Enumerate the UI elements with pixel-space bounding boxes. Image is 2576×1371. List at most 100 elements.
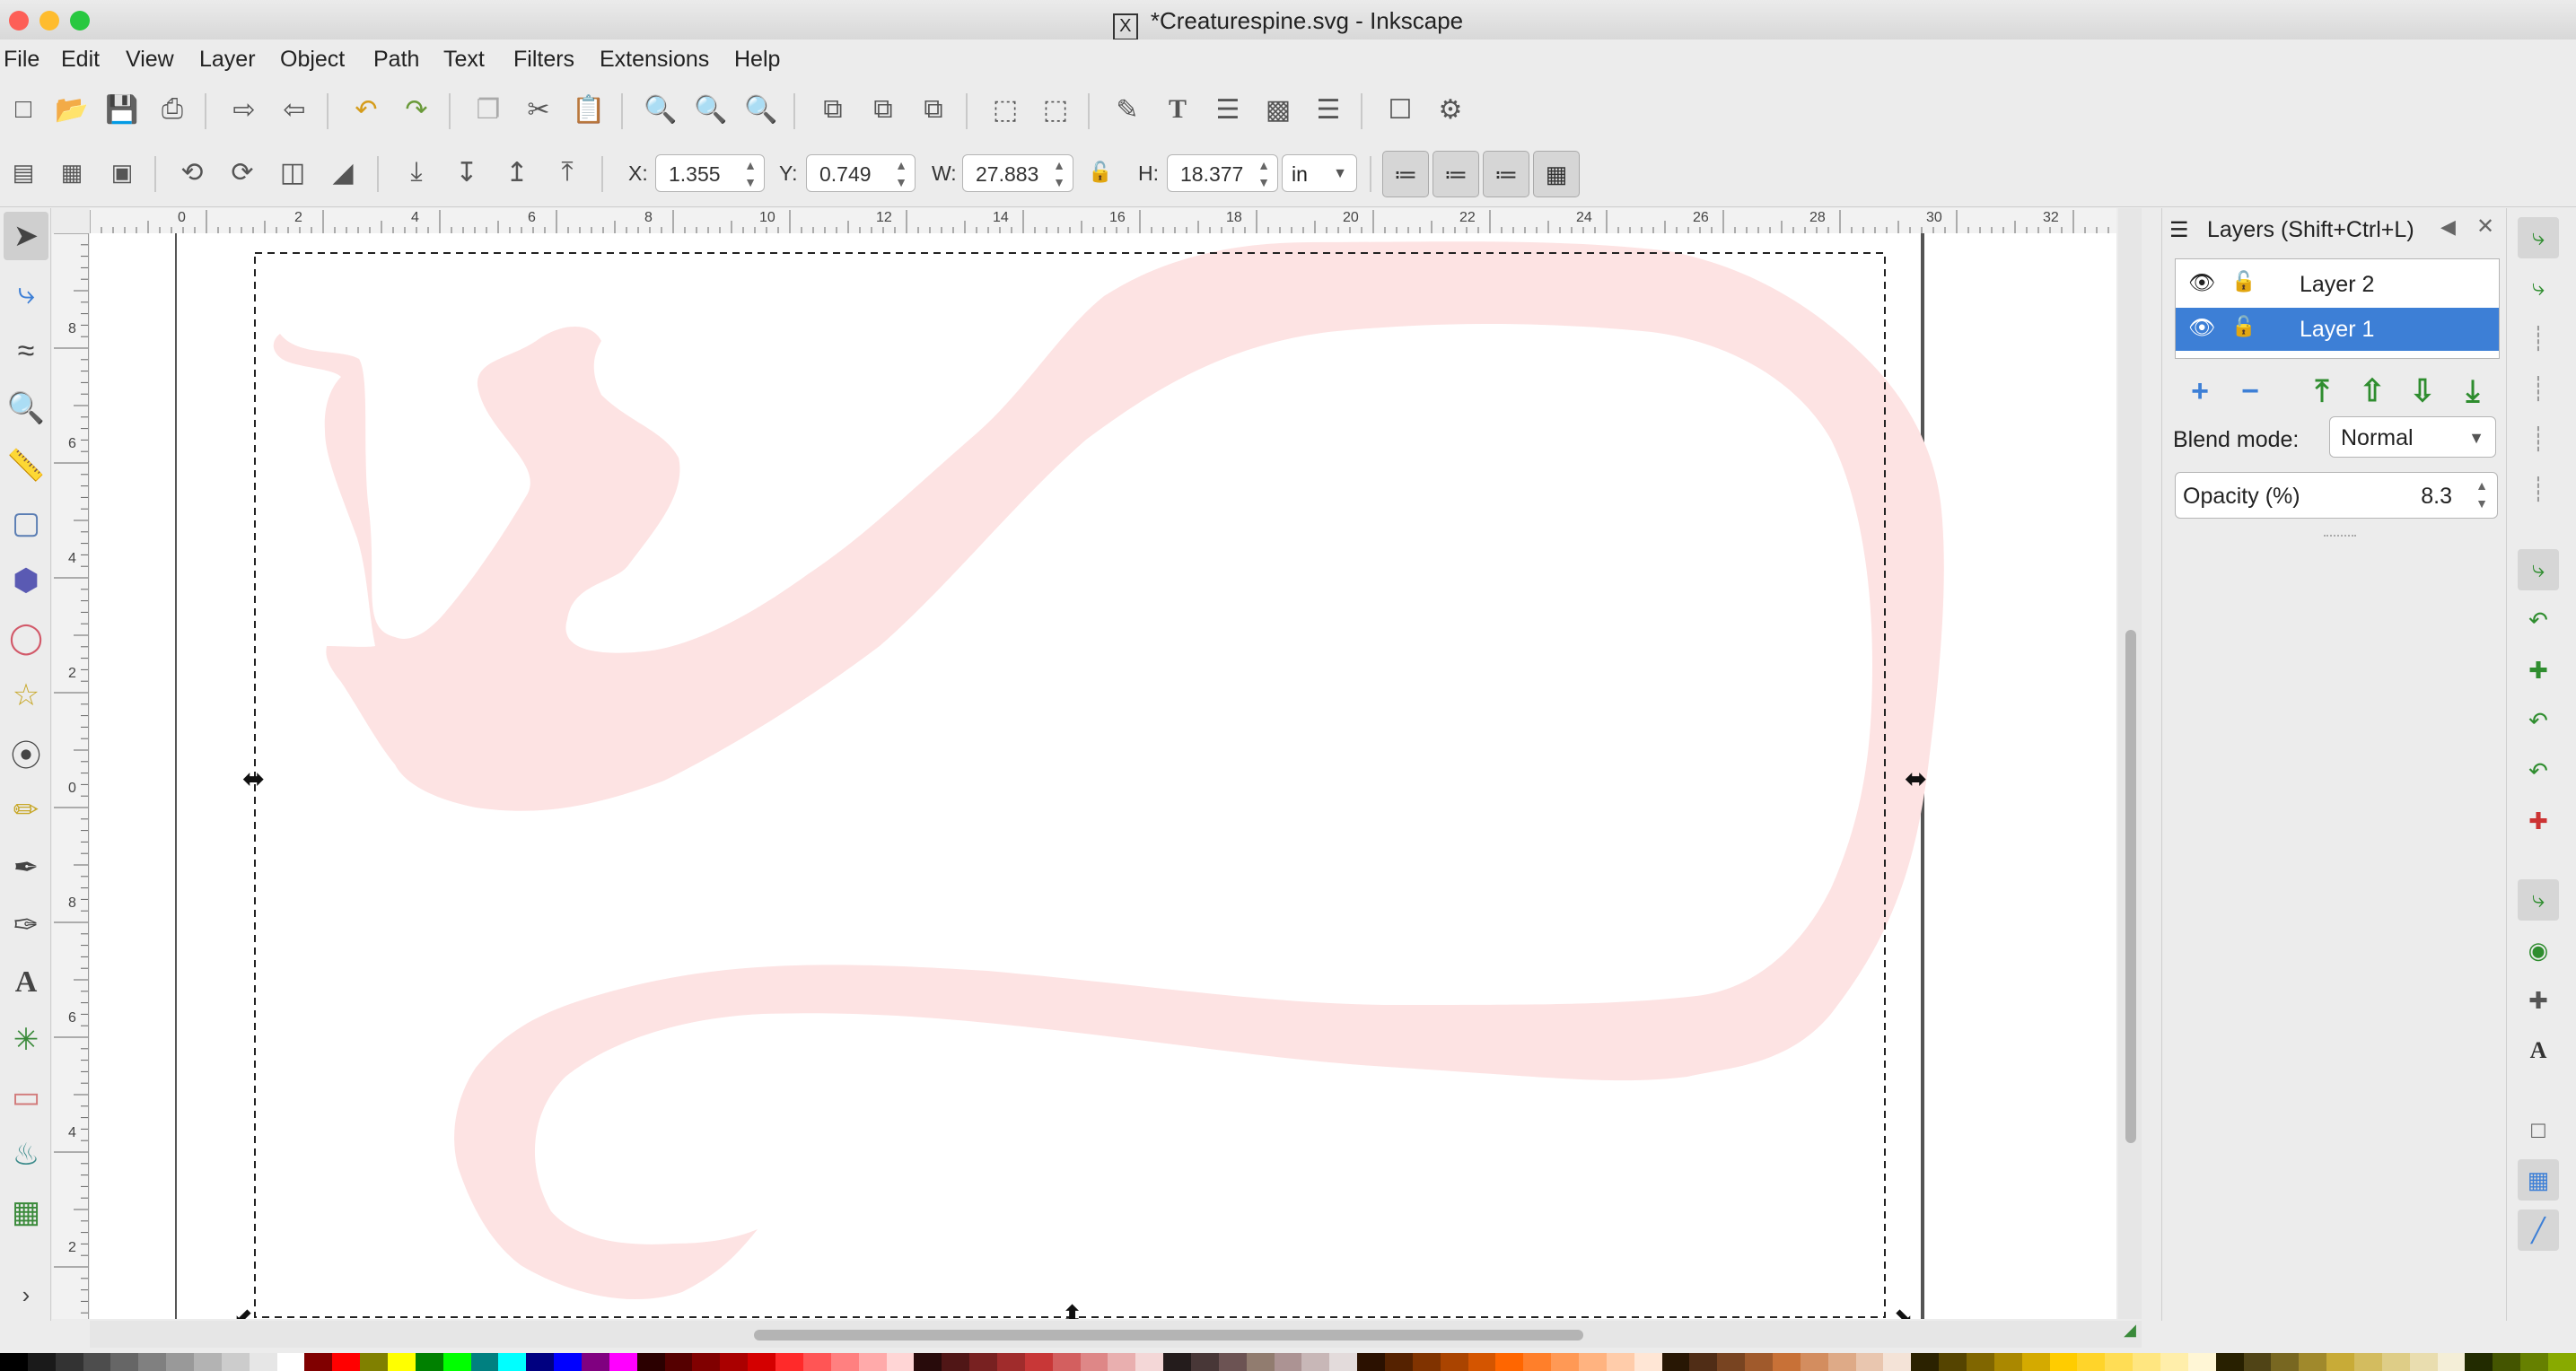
text-font-icon[interactable]: T	[1160, 92, 1196, 127]
color-swatch[interactable]	[388, 1353, 416, 1371]
lower-icon[interactable]: ↧	[449, 154, 485, 190]
toolbox-expand-chevron-icon[interactable]: ›	[4, 1271, 48, 1319]
deselect-icon[interactable]: ▣	[104, 154, 140, 190]
layers-icon[interactable]: ☰	[1210, 92, 1246, 127]
remove-layer-icon[interactable]: −	[2230, 371, 2270, 411]
color-swatch[interactable]	[1468, 1353, 1496, 1371]
color-swatch[interactable]	[2160, 1353, 2188, 1371]
color-swatch[interactable]	[2243, 1353, 2272, 1371]
print-icon[interactable]: ⎙	[154, 92, 190, 127]
color-swatch[interactable]	[1274, 1353, 1302, 1371]
snap-enable-icon[interactable]: ⤷	[2518, 217, 2559, 258]
color-swatch[interactable]	[1024, 1353, 1053, 1371]
snap-bbox-center-icon[interactable]: ┊	[2518, 468, 2559, 510]
scale-handle-right-icon[interactable]: ⬌	[1905, 764, 1927, 794]
color-swatch[interactable]	[138, 1353, 167, 1371]
snap-bbox-midpoint-icon[interactable]: ┊	[2518, 418, 2559, 459]
color-swatch[interactable]	[1800, 1353, 1828, 1371]
color-swatch[interactable]	[0, 1353, 28, 1371]
color-swatch[interactable]	[1855, 1353, 1884, 1371]
color-swatch[interactable]	[1329, 1353, 1358, 1371]
spin-arrows-icon[interactable]: ▲ ▼	[744, 157, 757, 191]
color-swatch[interactable]	[1135, 1353, 1164, 1371]
color-swatch[interactable]	[2021, 1353, 2050, 1371]
xml-editor-icon[interactable]: ▩	[1260, 92, 1296, 127]
calligraphy-tool-icon[interactable]: ✑	[4, 901, 48, 949]
color-swatch[interactable]	[1967, 1353, 1994, 1371]
visibility-eye-icon[interactable]: 👁	[2188, 315, 2215, 341]
color-swatch[interactable]	[582, 1353, 609, 1371]
menu-help[interactable]: Help	[734, 47, 780, 73]
snap-bbox-icon[interactable]: ⤷	[2518, 267, 2559, 309]
clone-icon[interactable]: ⧉	[865, 92, 901, 127]
color-swatch[interactable]	[1357, 1353, 1385, 1371]
color-swatch[interactable]	[914, 1353, 942, 1371]
color-swatch[interactable]	[1717, 1353, 1746, 1371]
color-swatch[interactable]	[2354, 1353, 2382, 1371]
spin-arrows-icon[interactable]: ▲ ▼	[895, 157, 907, 191]
drawing-canvas[interactable]: ⬌ ⬌ ⬍ ⬋ ⬊	[90, 233, 2116, 1319]
x-field[interactable]: 1.355 ▲ ▼	[655, 154, 765, 192]
ungroup-icon[interactable]: ⬚	[1038, 92, 1073, 127]
zoom-selection-icon[interactable]: 🔍	[643, 92, 679, 127]
y-field[interactable]: 0.749 ▲ ▼	[806, 154, 916, 192]
group-icon[interactable]: ⬚	[987, 92, 1023, 127]
gradient-tool-icon[interactable]: ▦	[4, 1188, 48, 1236]
spray-tool-icon[interactable]: ✳	[4, 1016, 48, 1064]
node-tool-icon[interactable]: ⤷	[4, 269, 48, 318]
color-swatch[interactable]	[1689, 1353, 1718, 1371]
color-swatch[interactable]	[415, 1353, 443, 1371]
select-all-layers-icon[interactable]: ▦	[54, 154, 90, 190]
menu-edit[interactable]: Edit	[61, 47, 100, 73]
color-swatch[interactable]	[1412, 1353, 1441, 1371]
snap-page-border-icon[interactable]: □	[2518, 1109, 2559, 1150]
pen-tool-icon[interactable]: ✒	[4, 843, 48, 892]
blend-mode-select[interactable]: Normal ▼	[2329, 416, 2496, 458]
color-swatch[interactable]	[304, 1353, 333, 1371]
color-swatch[interactable]	[1163, 1353, 1191, 1371]
rectangle-tool-icon[interactable]: ▢	[4, 499, 48, 547]
snap-to-paths-icon[interactable]: ↶	[2518, 599, 2559, 641]
color-swatch[interactable]	[886, 1353, 915, 1371]
snap-bbox-edge-icon[interactable]: ┊	[2518, 318, 2559, 359]
color-swatch[interactable]	[1661, 1353, 1690, 1371]
color-swatch[interactable]	[1384, 1353, 1413, 1371]
color-swatch[interactable]	[1939, 1353, 1967, 1371]
color-swatch[interactable]	[2493, 1353, 2521, 1371]
horizontal-scrollbar[interactable]: ◢	[90, 1321, 2142, 1348]
ellipse-tool-icon[interactable]: ◯	[4, 614, 48, 662]
color-swatch[interactable]	[1578, 1353, 1607, 1371]
color-swatch[interactable]	[1523, 1353, 1552, 1371]
color-swatch[interactable]	[1993, 1353, 2022, 1371]
snap-text-baseline-icon[interactable]: A	[2518, 1030, 2559, 1071]
spin-arrows-icon[interactable]: ▲ ▼	[1053, 157, 1065, 191]
scale-handle-bottom-left-icon[interactable]: ⬋	[233, 1303, 253, 1319]
rotate-cw-icon[interactable]: ⟳	[224, 154, 260, 190]
export-icon[interactable]: ⇦	[276, 92, 312, 127]
color-swatch[interactable]	[636, 1353, 665, 1371]
color-swatch[interactable]	[802, 1353, 831, 1371]
snap-nodes-icon[interactable]: ⤷	[2518, 549, 2559, 590]
color-swatch[interactable]	[1190, 1353, 1219, 1371]
lock-open-icon[interactable]: 🔓	[2231, 270, 2256, 293]
snap-rotation-centers-icon[interactable]: ✚	[2518, 980, 2559, 1021]
color-swatch[interactable]	[1745, 1353, 1773, 1371]
color-swatch[interactable]	[692, 1353, 721, 1371]
spin-arrows-icon[interactable]: ▲ ▼	[1257, 157, 1270, 191]
color-swatch[interactable]	[2187, 1353, 2216, 1371]
color-swatch[interactable]	[55, 1353, 83, 1371]
pencil-tool-icon[interactable]: ✏	[4, 786, 48, 834]
color-swatch[interactable]	[1218, 1353, 1247, 1371]
unlink-clone-icon[interactable]: ⧉	[916, 92, 951, 127]
color-swatch[interactable]	[2299, 1353, 2327, 1371]
color-swatch[interactable]	[1883, 1353, 1912, 1371]
scale-stroke-toggle[interactable]: ≔	[1382, 151, 1429, 197]
color-swatch[interactable]	[1911, 1353, 1940, 1371]
raise-icon[interactable]: ↥	[499, 154, 535, 190]
color-swatch[interactable]	[2133, 1353, 2161, 1371]
star-tool-icon[interactable]: ☆	[4, 671, 48, 720]
color-swatch[interactable]	[609, 1353, 637, 1371]
color-swatch[interactable]	[2326, 1353, 2355, 1371]
align-distribute-icon[interactable]: ☰	[1310, 92, 1346, 127]
panel-iconify-icon[interactable]: ◀	[2440, 215, 2456, 239]
